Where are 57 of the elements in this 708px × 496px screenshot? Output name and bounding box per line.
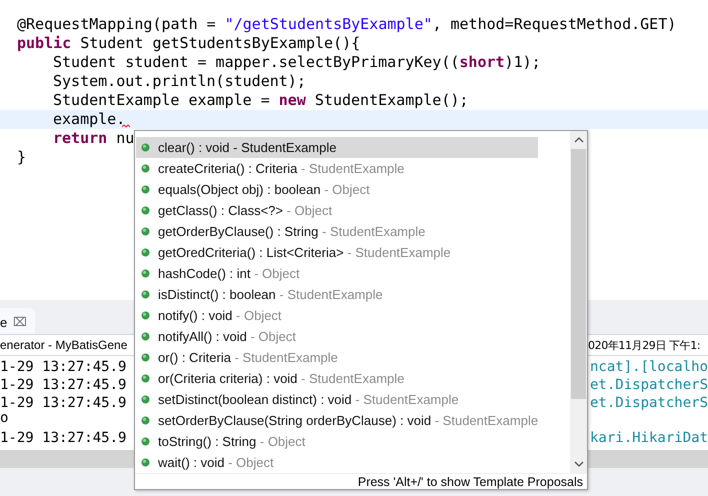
method-icon: [141, 164, 150, 173]
method-icon: [141, 185, 150, 194]
completion-item[interactable]: notify() : void - Object: [136, 305, 538, 326]
log-text: 1-29 13:27:45.9: [0, 359, 126, 375]
completion-item[interactable]: setOrderByClause(String orderByClause) : void - StudentExample: [136, 410, 542, 431]
method-icon: [141, 248, 150, 257]
completion-item[interactable]: equals(Object obj) : boolean - Object: [136, 179, 538, 200]
completion-item[interactable]: getOredCriteria() : List<Criteria> - StudentExample: [136, 242, 538, 263]
scroll-thumb[interactable]: [571, 149, 586, 399]
code-line: Student student = mapper.selectByPrimaryKey((short)1);: [53, 53, 541, 72]
completion-item[interactable]: hashCode() : int - Object: [136, 263, 538, 284]
code-line: example.: [53, 110, 126, 129]
code-line: StudentExample example = new StudentExample();: [53, 91, 468, 110]
completion-item[interactable]: or(Criteria criteria) : void - StudentExample: [136, 368, 538, 389]
log-text: 1-29 13:27:45.9: [0, 395, 126, 411]
completion-item[interactable]: wait() : void - Object: [136, 452, 538, 473]
method-icon: [141, 206, 150, 215]
log-text: kari.HikariDat: [590, 430, 708, 446]
code-line: @RequestMapping(path = "/getStudentsByExample", method=RequestMethod.GET): [17, 15, 676, 34]
log-text: 1-29 13:27:45.9: [0, 430, 126, 446]
method-icon: [141, 437, 150, 446]
method-icon: [141, 458, 150, 467]
completion-item[interactable]: clear() : void - StudentExample: [136, 137, 538, 158]
log-text: o: [0, 410, 8, 426]
scroll-up-icon[interactable]: [574, 137, 584, 143]
completion-item[interactable]: or() : Criteria - StudentExample: [136, 347, 538, 368]
method-icon: [141, 395, 150, 404]
method-icon: [141, 311, 150, 320]
method-icon: [141, 353, 150, 362]
method-icon: [141, 416, 150, 425]
method-icon: [141, 332, 150, 341]
code-line: System.out.println(student);: [53, 72, 306, 91]
completion-item[interactable]: createCriteria() : Criteria - StudentExample: [136, 158, 538, 179]
hint-text: Press 'Alt+/' to show Template Proposals: [358, 474, 583, 488]
console-header: enerator - MyBatisGene: [0, 338, 128, 352]
completion-item[interactable]: getClass() : Class<?> - Object: [136, 200, 538, 221]
completion-item[interactable]: setDistinct(boolean distinct) : void - StudentExample: [136, 389, 538, 410]
log-text: et.DispatcherS: [590, 377, 708, 393]
completion-item[interactable]: toString() : String - Object: [136, 431, 538, 452]
scroll-down-icon[interactable]: [574, 461, 584, 467]
scrollbar[interactable]: [570, 131, 587, 473]
method-icon: [141, 143, 150, 152]
method-icon: [141, 374, 150, 383]
completion-item[interactable]: notifyAll() : void - Object: [136, 326, 538, 347]
code-line: public Student getStudentsByExample(){: [17, 34, 360, 53]
method-icon: [141, 227, 150, 236]
completion-item[interactable]: isDistinct() : boolean - StudentExample: [136, 284, 538, 305]
code-line: }: [17, 148, 26, 167]
completion-item[interactable]: getOrderByClause() : String - StudentExample: [136, 221, 538, 242]
method-icon: [141, 290, 150, 299]
log-text: ncat].[localho: [590, 359, 708, 375]
console-header-date: 020年11月29日 下午1:: [588, 338, 700, 352]
log-text: 1-29 13:27:45.9: [0, 377, 126, 393]
code-line: return nu: [53, 129, 134, 148]
log-text: et.DispatcherS: [590, 395, 708, 411]
method-icon: [141, 269, 150, 278]
console-tab[interactable]: e ⌧: [0, 308, 36, 334]
